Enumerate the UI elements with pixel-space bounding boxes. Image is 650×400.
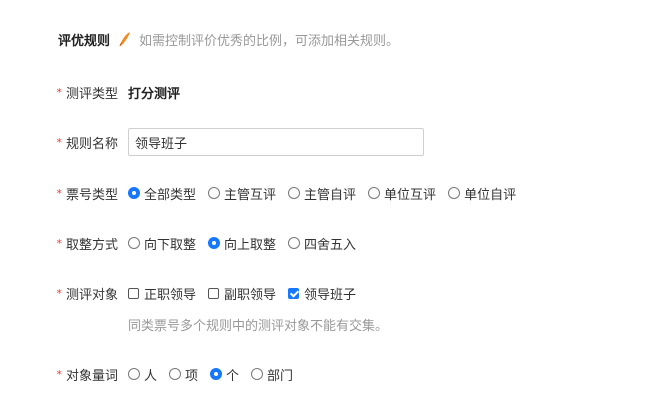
rounding-label: 取整方式 xyxy=(65,237,118,253)
rounding-option-down[interactable]: 向下取整 xyxy=(128,234,196,253)
eval-target-option-principal[interactable]: 正职领导 xyxy=(128,284,196,303)
checkbox[interactable] xyxy=(208,287,220,299)
radio[interactable] xyxy=(288,187,301,199)
checkbox-checked[interactable] xyxy=(288,287,300,299)
radio-selected[interactable] xyxy=(208,237,221,249)
eval-type-label: 测评类型 xyxy=(65,86,118,102)
required-mark: * xyxy=(56,236,62,250)
section-title: 评优规则 xyxy=(58,33,111,49)
eval-type-value: 打分测评 xyxy=(128,86,181,102)
radio[interactable] xyxy=(448,187,461,199)
radio[interactable] xyxy=(368,187,381,199)
measure-word-option-department[interactable]: 部门 xyxy=(251,365,293,384)
rounding-option-round[interactable]: 四舍五入 xyxy=(288,234,356,253)
measure-word-option-person[interactable]: 人 xyxy=(128,365,157,384)
rounding-row: * 取整方式 向下取整 向上取整 四舍五入 xyxy=(0,232,368,254)
section-header: 评优规则 如需控制评价优秀的比例，可添加相关规则。 xyxy=(58,29,399,49)
required-mark: * xyxy=(56,135,62,149)
radio[interactable] xyxy=(208,187,221,199)
radio[interactable] xyxy=(128,237,140,249)
eval-target-option-team[interactable]: 领导班子 xyxy=(288,284,356,303)
radio-selected[interactable] xyxy=(128,187,140,199)
required-mark: * xyxy=(56,186,62,200)
ticket-type-label: 票号类型 xyxy=(65,187,118,203)
ticket-type-option-supervisor-mutual[interactable]: 主管互评 xyxy=(208,184,276,203)
required-mark: * xyxy=(56,367,62,381)
measure-word-row: * 对象量词 人 项 个 部门 xyxy=(0,363,305,385)
ticket-type-option-unit-mutual[interactable]: 单位互评 xyxy=(368,184,436,203)
measure-word-radio-group: 人 项 个 部门 xyxy=(128,365,305,384)
eval-target-label: 测评对象 xyxy=(65,287,118,303)
radio[interactable] xyxy=(169,368,182,380)
radio[interactable] xyxy=(288,237,301,249)
rule-name-label: 规则名称 xyxy=(65,136,118,152)
checkbox[interactable] xyxy=(128,287,139,299)
rounding-radio-group: 向下取整 向上取整 四舍五入 xyxy=(128,234,368,253)
rule-name-row: * 规则名称 xyxy=(0,128,424,156)
ticket-type-option-all[interactable]: 全部类型 xyxy=(128,184,196,203)
rounding-option-up[interactable]: 向上取整 xyxy=(208,234,276,253)
eval-target-checkbox-group: 正职领导 副职领导 领导班子 xyxy=(128,284,368,303)
eval-target-row: * 测评对象 正职领导 副职领导 领导班子 xyxy=(0,282,368,304)
required-mark: * xyxy=(56,286,62,300)
measure-word-option-unit[interactable]: 个 xyxy=(210,365,239,384)
measure-word-option-item[interactable]: 项 xyxy=(169,365,198,384)
eval-target-note: 同类票号多个规则中的测评对象不能有交集。 xyxy=(128,319,389,334)
eval-type-row: * 测评类型 打分测评 xyxy=(0,81,180,103)
ticket-type-row: * 票号类型 全部类型 主管互评 主管自评 单位互评 单位自评 xyxy=(0,182,528,204)
section-hint: 如需控制评价优秀的比例，可添加相关规则。 xyxy=(139,33,400,49)
ticket-type-option-supervisor-self[interactable]: 主管自评 xyxy=(288,184,356,203)
radio[interactable] xyxy=(251,368,264,380)
ticket-type-radio-group: 全部类型 主管互评 主管自评 单位互评 单位自评 xyxy=(128,184,528,203)
radio-selected[interactable] xyxy=(210,368,223,380)
radio[interactable] xyxy=(128,368,140,380)
measure-word-label: 对象量词 xyxy=(65,368,118,384)
rule-name-input[interactable] xyxy=(128,128,424,156)
ticket-type-option-unit-self[interactable]: 单位自评 xyxy=(448,184,516,203)
pen-icon xyxy=(118,31,132,47)
eval-target-option-deputy[interactable]: 副职领导 xyxy=(208,284,276,303)
required-mark: * xyxy=(56,85,62,99)
